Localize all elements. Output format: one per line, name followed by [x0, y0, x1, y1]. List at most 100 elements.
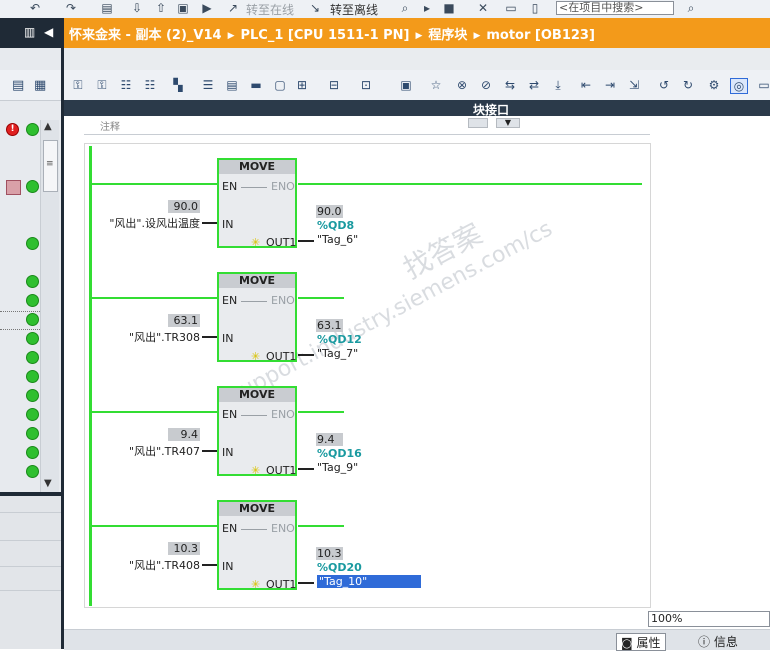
chevron-right-icon: ▶ — [227, 30, 235, 41]
eno-pin: ENO — [271, 408, 295, 421]
start-sim-icon[interactable]: ▶ — [200, 1, 214, 15]
tab-info[interactable]: ⓘ 信息 — [694, 633, 742, 649]
monitoring-on-off-icon[interactable]: ◎ — [730, 78, 748, 94]
breadcrumb-project[interactable]: 怀来金来 - 副本 (2)_V14 — [69, 28, 222, 43]
remove-breakpoint-icon[interactable]: ⊗ — [454, 78, 470, 92]
splitter-down-icon[interactable]: ▼ — [496, 118, 520, 128]
delete-network-icon[interactable]: ⚿ — [94, 78, 110, 92]
symbolic-address-icon[interactable]: ⊟ — [326, 78, 342, 92]
block-title: MOVE — [219, 160, 295, 174]
monitor-icon[interactable]: ⤓ — [550, 78, 566, 92]
close-block-icon[interactable]: ↻ — [680, 78, 696, 92]
move-block[interactable]: MOVE EN ENO IN ✳ OUT1 — [217, 158, 297, 249]
collapse-left-icon[interactable]: ◀ — [44, 25, 53, 39]
left-panel-toolbar: ▤ ▦ — [0, 70, 61, 101]
status-sun-icon: ✳ — [251, 236, 261, 249]
prev-network-icon[interactable]: ⇥ — [602, 78, 618, 92]
en-pin: EN — [222, 294, 238, 307]
insert-contact-icon[interactable]: ☆ — [428, 78, 444, 92]
zoom-input[interactable]: 100% — [648, 611, 770, 627]
comments-icon[interactable]: ▢ — [272, 78, 288, 92]
move-block[interactable]: MOVE EN ENO IN ✳ OUT1 — [217, 272, 297, 363]
left-scrollbar[interactable]: ▲ ≡ ▼ — [40, 120, 59, 492]
split-vertical-icon[interactable]: ▯ — [528, 1, 542, 15]
output-address[interactable]: %QD12 — [317, 333, 362, 346]
input-tag[interactable]: "风出".TR308 — [60, 329, 200, 345]
collapse-networks-icon[interactable]: ▬ — [248, 78, 264, 92]
block-interface-bar[interactable]: 块接口 — [64, 100, 770, 117]
reset-start-icon[interactable]: ▚ — [170, 78, 186, 92]
splitter-up-icon[interactable] — [468, 118, 488, 128]
scroll-thumb[interactable]: ≡ — [43, 140, 58, 192]
info-icon: ⓘ — [698, 635, 711, 649]
status-ok-icon — [26, 275, 39, 288]
settings-icon[interactable]: ⚙ — [706, 78, 722, 92]
more-icon[interactable]: ▭ — [756, 78, 770, 92]
insert-row-icon[interactable]: ☷ — [118, 78, 134, 92]
status-ok-icon — [26, 370, 39, 383]
stop-cpu-icon[interactable]: ■ — [442, 1, 456, 15]
close-icon[interactable]: ✕ — [476, 1, 490, 15]
input-tag[interactable]: "风出".设风出温度 — [60, 215, 200, 231]
en-pin: EN — [222, 180, 238, 193]
en-eno-link — [241, 415, 267, 416]
table-view-icon[interactable]: ▦ — [34, 78, 46, 93]
download-icon[interactable]: ⇩ — [130, 1, 144, 15]
move-block[interactable]: MOVE EN ENO IN ✳ OUT1 — [217, 500, 297, 591]
go-to-error-icon[interactable]: ⊘ — [478, 78, 494, 92]
start-cpu-icon[interactable]: ▸ — [420, 1, 434, 15]
output-address[interactable]: %QD20 — [317, 561, 362, 574]
output-tag[interactable]: "Tag_9" — [317, 461, 358, 474]
upload-icon[interactable]: ⇧ — [154, 1, 168, 15]
breadcrumb-block[interactable]: motor [OB123] — [486, 28, 595, 43]
search-icon[interactable]: ⌕ — [684, 1, 698, 15]
add-row-icon[interactable]: ☷ — [142, 78, 158, 92]
divider — [0, 566, 61, 567]
insert-network-icon[interactable]: ⚿ — [70, 78, 86, 92]
tag-info-icon[interactable]: ⊡ — [358, 78, 374, 92]
output-tag[interactable]: "Tag_7" — [317, 347, 358, 360]
align-left-icon[interactable]: ☰ — [200, 78, 216, 92]
indent-icon[interactable]: ⇲ — [626, 78, 642, 92]
input-tag[interactable]: "风出".TR408 — [60, 557, 200, 573]
output-address[interactable]: %QD8 — [317, 219, 354, 232]
list-view-icon[interactable]: ▤ — [12, 78, 24, 93]
cross-reference-icon[interactable]: ⇄ — [526, 78, 542, 92]
redo-icon[interactable]: ↷ — [64, 1, 78, 15]
go-offline-button[interactable]: 转至离线 — [330, 1, 378, 18]
status-sun-icon: ✳ — [251, 350, 261, 363]
eno-wire — [298, 297, 344, 299]
absolute-address-icon[interactable]: ⊞ — [294, 78, 310, 92]
scroll-up-icon[interactable]: ▲ — [44, 121, 52, 132]
breadcrumb-folder[interactable]: 程序块 — [428, 28, 467, 43]
output-tag[interactable]: "Tag_6" — [317, 233, 358, 246]
move-block[interactable]: MOVE EN ENO IN ✳ OUT1 — [217, 386, 297, 477]
status-ok-icon — [26, 180, 39, 193]
go-online-button[interactable]: 转至在线 — [246, 1, 294, 18]
output-tag[interactable]: "Tag_10" — [317, 575, 421, 588]
simulate-icon[interactable]: ▣ — [176, 1, 190, 15]
panel-layout-icon[interactable]: ▥ — [24, 25, 35, 39]
compare-icon[interactable]: ⇆ — [502, 78, 518, 92]
accessible-devices-icon[interactable]: ⌕ — [398, 1, 412, 15]
input-tag[interactable]: "风出".TR407 — [60, 443, 200, 459]
output-address[interactable]: %QD16 — [317, 447, 362, 460]
block-title: MOVE — [219, 388, 295, 402]
network-view-icon[interactable]: ▤ — [224, 78, 240, 92]
compile-icon[interactable]: ▤ — [100, 1, 114, 15]
tab-properties[interactable]: ◙ 属性 — [616, 633, 666, 651]
favorites-icon[interactable]: ▣ — [398, 78, 414, 92]
split-horizontal-icon[interactable]: ▭ — [504, 1, 518, 15]
breadcrumb: 怀来金来 - 副本 (2)_V14 ▶ PLC_1 [CPU 1511-1 PN] ▶… — [69, 24, 595, 43]
project-search-input[interactable]: <在项目中搜索> — [556, 1, 674, 15]
eno-pin: ENO — [271, 522, 295, 535]
undo-icon[interactable]: ↶ — [28, 1, 42, 15]
rung-wire — [91, 297, 218, 299]
output-value: 10.3 — [316, 547, 343, 560]
breadcrumb-plc[interactable]: PLC_1 [CPU 1511-1 PN] — [240, 28, 409, 43]
next-network-icon[interactable]: ⇤ — [578, 78, 594, 92]
divider — [84, 134, 650, 135]
editor-toolbar: ⚿ ⚿ ☷ ☷ ▚ ☰ ▤ ▬ ▢ ⊞ ⊟ ⊡ ▣ ☆ ⊗ ⊘ ⇆ ⇄ ⤓ ⇤ … — [64, 70, 770, 101]
scroll-down-icon[interactable]: ▼ — [44, 478, 52, 489]
open-block-icon[interactable]: ↺ — [656, 78, 672, 92]
